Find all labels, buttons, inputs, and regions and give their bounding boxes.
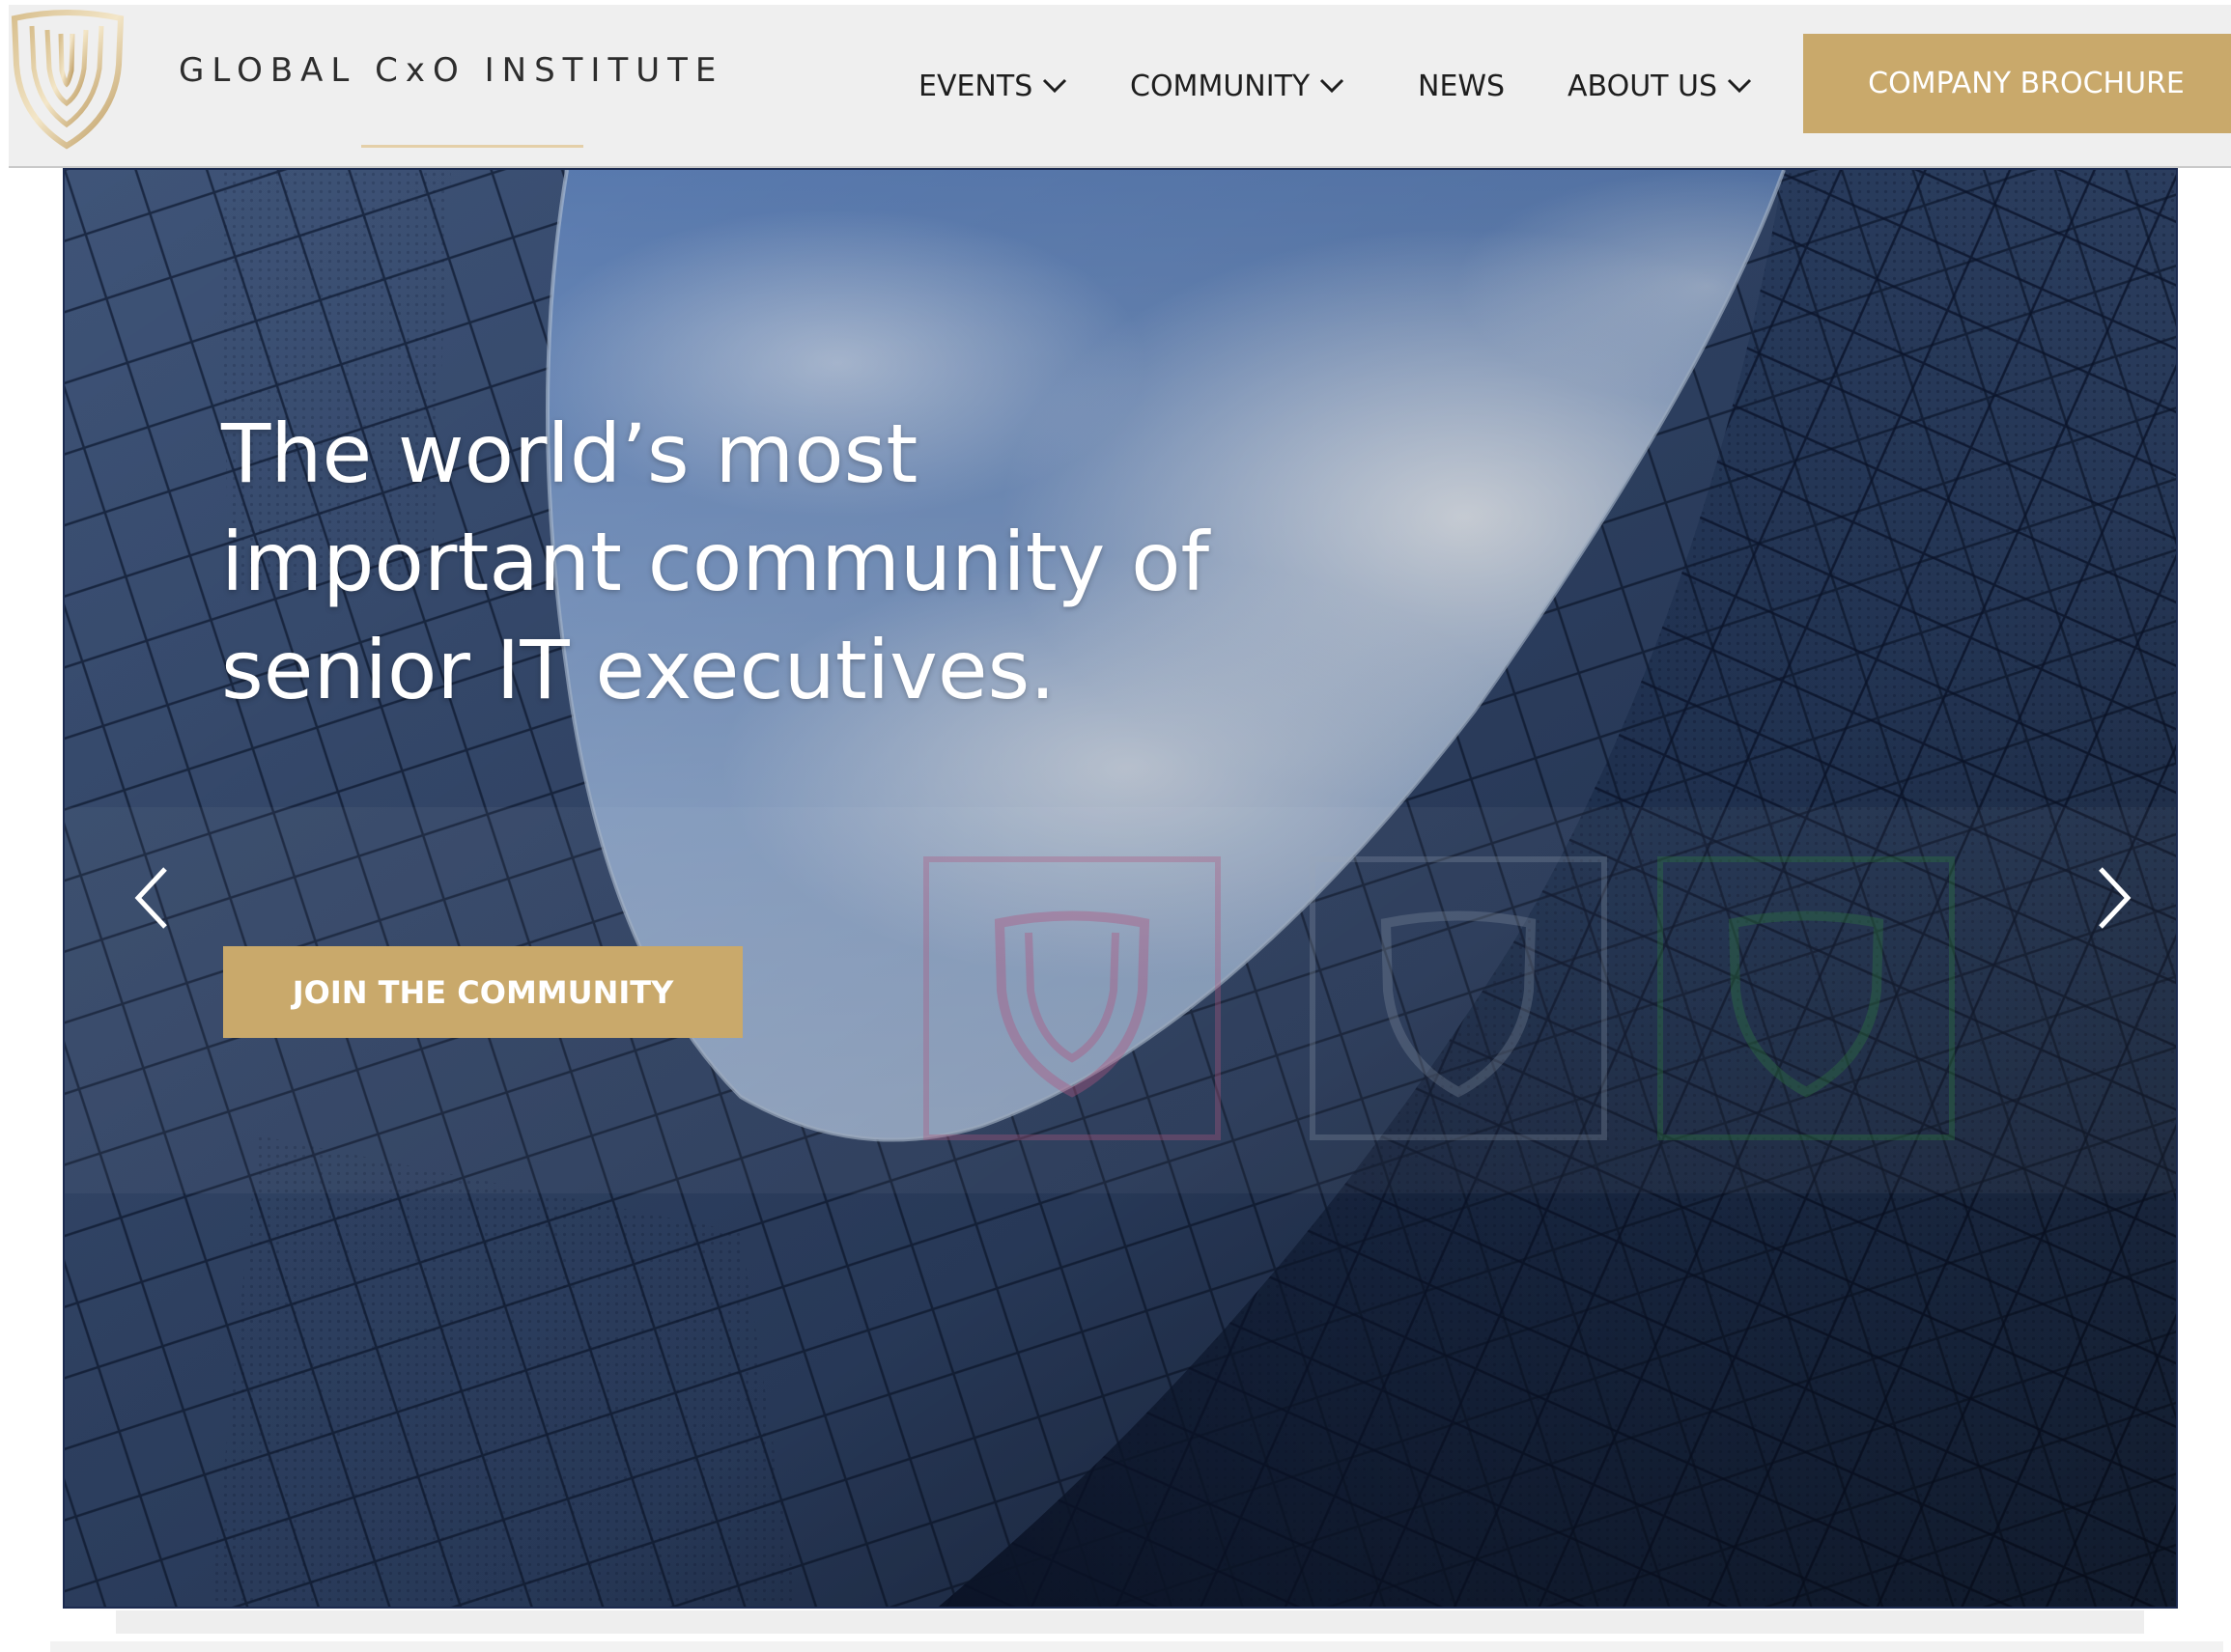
join-community-button[interactable]: JOIN THE COMMUNITY: [223, 946, 743, 1038]
chevron-down-icon: [1727, 78, 1752, 94]
nav-community[interactable]: COMMUNITY: [1130, 65, 1344, 107]
hero-headline-line: senior IT executives.: [221, 623, 1056, 717]
shield-icon: [1310, 856, 1607, 1140]
site-header: GLOBAL CxO INSTITUTE EVENTS COMMUNITY NE…: [9, 5, 2231, 168]
hero-headline-line: The world’s most: [221, 406, 918, 501]
brand-name[interactable]: GLOBAL CxO INSTITUTE: [179, 51, 723, 90]
nav-community-label: COMMUNITY: [1130, 69, 1311, 103]
nav-news-label: NEWS: [1418, 69, 1506, 103]
shield-icon: [923, 856, 1221, 1140]
chevron-right-icon[interactable]: [2085, 859, 2143, 937]
shield-logo-icon[interactable]: [9, 9, 127, 150]
hero-headline-line: important community of: [221, 515, 1210, 609]
nav-events[interactable]: EVENTS: [918, 65, 1067, 107]
chevron-down-icon: [1043, 78, 1067, 94]
company-brochure-button[interactable]: COMPANY BROCHURE: [1803, 34, 2231, 133]
nav-about-us-label: ABOUT US: [1567, 69, 1718, 103]
hero-carousel: The world’s most important community of …: [63, 168, 2178, 1609]
brand-underline: [361, 145, 583, 148]
nav-events-label: EVENTS: [918, 69, 1033, 103]
nav-news[interactable]: NEWS: [1418, 65, 1505, 107]
shield-icon: [1657, 856, 1955, 1140]
chevron-left-icon[interactable]: [123, 859, 181, 937]
page-bottom-strip: [50, 1641, 2223, 1652]
hero-headline: The world’s most important community of …: [221, 400, 1477, 724]
chevron-down-icon: [1320, 78, 1344, 94]
nav-about-us[interactable]: ABOUT US: [1567, 65, 1752, 107]
section-divider: [116, 1610, 2144, 1634]
